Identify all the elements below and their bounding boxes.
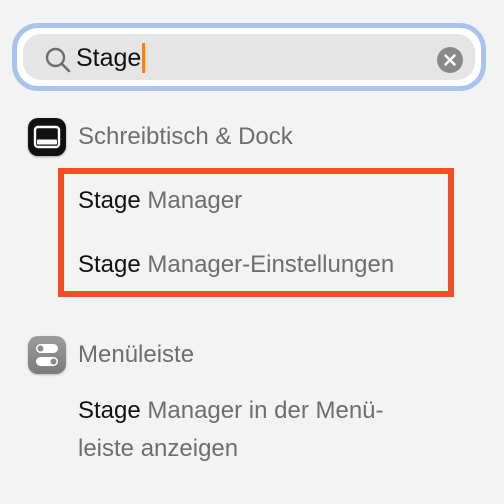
result-rest-text-line2: leiste anzeigen (78, 435, 239, 462)
text-caret (142, 42, 146, 73)
highlight-annotation-box (58, 168, 454, 297)
search-field[interactable]: Stage (23, 34, 475, 80)
search-input[interactable]: Stage (76, 41, 146, 75)
section-header-menubar[interactable]: Menüleiste (28, 335, 194, 375)
section-title: Schreibtisch & Dock (78, 123, 293, 150)
clear-x-icon (444, 54, 456, 66)
result-match-text: Stage (78, 397, 141, 424)
search-input-value: Stage (76, 44, 142, 72)
search-field-focus-ring: Stage (12, 23, 486, 91)
magnifier-icon (45, 47, 71, 73)
desktop-dock-icon (28, 118, 66, 156)
clear-search-button[interactable] (437, 47, 463, 73)
section-header-desktop-dock[interactable]: Schreibtisch & Dock (28, 117, 293, 157)
section-title: Menüleiste (78, 341, 195, 368)
result-rest-text: Manager in der Menü- (140, 397, 384, 424)
result-stage-manager-in-menubar[interactable]: Stage Manager in der Menü- leiste anzeig… (78, 396, 384, 464)
menubar-toggle-icon (28, 336, 66, 374)
